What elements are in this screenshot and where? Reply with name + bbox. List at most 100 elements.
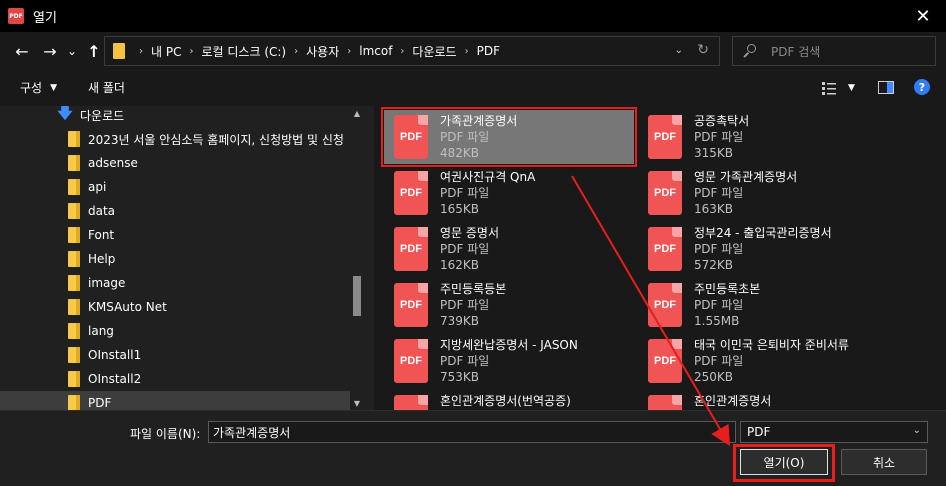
tree-scrollbar[interactable]: ▲ ▼	[350, 106, 364, 410]
breadcrumb-user[interactable]: lmcof	[359, 44, 392, 58]
breadcrumb-users[interactable]: 사용자	[306, 43, 339, 60]
breadcrumb-my-pc[interactable]: 내 PC	[151, 43, 181, 60]
folder-icon	[68, 203, 80, 219]
address-bar[interactable]: › 내 PC › 로컬 디스크 (C:) › 사용자 › lmcof › 다운로…	[104, 36, 720, 66]
breadcrumb-separator-icon[interactable]: ›	[465, 46, 469, 57]
tree-item-folder[interactable]: adsense	[68, 151, 138, 175]
file-type: PDF 파일	[440, 186, 490, 200]
folder-icon	[68, 227, 80, 243]
file-type: PDF 파일	[694, 186, 744, 200]
pdf-app-icon: PDF	[8, 8, 24, 24]
breadcrumb-separator-icon[interactable]: ›	[294, 46, 298, 57]
organize-button[interactable]: 구성 ▼	[20, 79, 57, 96]
search-placeholder: PDF 검색	[771, 44, 821, 59]
pdf-file-icon: PDF	[648, 171, 682, 215]
tree-item-folder[interactable]: OInstall2	[68, 367, 141, 391]
back-button[interactable]: ←	[12, 40, 32, 62]
file-name: 태국 이민국 은퇴비자 준비서류	[694, 338, 849, 352]
file-size: 250KB	[694, 370, 734, 384]
file-size: 165KB	[440, 202, 480, 216]
tree-item-folder-selected[interactable]: PDF	[0, 391, 350, 410]
file-item-selected[interactable]: PDF 가족관계증명서 PDF 파일 482KB	[381, 107, 637, 167]
forward-arrow-icon: →	[43, 41, 57, 61]
recent-locations-button[interactable]: ⌄	[66, 40, 78, 62]
file-item[interactable]: PDF 영문 가족관계증명서 PDF 파일 163KB	[638, 166, 888, 220]
tree-item-folder[interactable]: image	[68, 271, 125, 295]
file-name: 주민등록등본	[440, 282, 507, 296]
file-item[interactable]: PDF 정부24 - 출입국관리증명서 PDF 파일 572KB	[638, 222, 888, 276]
downloads-icon: 🡇	[57, 106, 73, 122]
tree-item-folder[interactable]: api	[68, 175, 106, 199]
tree-item-downloads[interactable]: 🡇 다운로드	[57, 106, 124, 127]
chevron-down-icon[interactable]: ⌄	[721, 424, 729, 435]
scrollbar-thumb[interactable]	[353, 276, 361, 316]
address-history-dropdown[interactable]: ⌄	[675, 45, 683, 56]
folder-icon	[68, 155, 80, 171]
scroll-up-icon[interactable]: ▲	[350, 106, 364, 120]
forward-button[interactable]: →	[40, 40, 60, 62]
cancel-button[interactable]: 취소	[841, 449, 927, 475]
file-name: 주민등록초본	[694, 282, 761, 296]
file-item[interactable]: PDF 여권사진규격 QnA PDF 파일 165KB	[384, 166, 634, 220]
filename-label: 파일 이름(N):	[130, 427, 201, 441]
folder-icon	[113, 43, 125, 59]
file-type: PDF 파일	[694, 298, 744, 312]
refresh-icon[interactable]: ↻	[697, 42, 709, 58]
breadcrumb-separator-icon[interactable]: ›	[400, 46, 404, 57]
tree-item-folder[interactable]: lang	[68, 319, 114, 343]
folder-icon	[68, 179, 80, 195]
breadcrumb-pdf[interactable]: PDF	[477, 44, 500, 58]
file-item[interactable]: PDF 지방세완납증명서 - JASON PDF 파일 753KB	[384, 334, 634, 388]
tree-item-folder[interactable]: data	[68, 199, 115, 223]
file-size: 753KB	[440, 370, 480, 384]
tree-item-folder[interactable]: KMSAuto Net	[68, 295, 167, 319]
file-item[interactable]: PDF 혼인관계증명서PDF 파일	[638, 390, 888, 410]
chevron-down-icon: ▼	[50, 82, 58, 93]
cancel-label: 취소	[872, 455, 896, 470]
file-size: 482KB	[440, 146, 480, 160]
file-item[interactable]: PDF 주민등록등본 PDF 파일 739KB	[384, 278, 634, 332]
up-arrow-icon: ↑	[87, 41, 101, 61]
search-icon	[743, 44, 757, 58]
help-button[interactable]: ?	[914, 79, 930, 95]
view-options-button[interactable]: ▼	[822, 81, 855, 95]
file-name: 혼인관계증명서	[694, 394, 772, 408]
window-title: 열기	[33, 11, 57, 26]
folder-icon	[68, 395, 80, 410]
open-button[interactable]: 열기(O)	[740, 449, 828, 475]
tree-item-folder[interactable]: Help	[68, 247, 115, 271]
file-item[interactable]: PDF 주민등록초본 PDF 파일 1.55MB	[638, 278, 888, 332]
new-folder-label: 새 폴더	[88, 81, 125, 95]
file-type: PDF 파일	[440, 354, 490, 368]
tree-item-folder[interactable]: OInstall1	[68, 343, 141, 367]
open-label: 열기(O)	[763, 455, 805, 470]
breadcrumb-downloads[interactable]: 다운로드	[412, 43, 456, 60]
breadcrumb-local-disk[interactable]: 로컬 디스크 (C:)	[201, 43, 286, 60]
title-bar: PDF 열기 ✕	[0, 0, 946, 32]
tree-item-folder[interactable]: 2023년 서울 안심소득 홈페이지, 신청방법 및 신청	[68, 127, 344, 151]
file-item[interactable]: PDF 태국 이민국 은퇴비자 준비서류 PDF 파일 250KB	[638, 334, 888, 388]
file-name: 공증촉탁서	[694, 114, 750, 128]
tree-item-label: lang	[88, 324, 114, 338]
tree-item-label: Font	[88, 228, 115, 242]
breadcrumb-separator-icon[interactable]: ›	[347, 46, 351, 57]
scroll-down-icon[interactable]: ▼	[350, 396, 364, 410]
file-name: 여권사진규격 QnA	[440, 170, 536, 184]
search-input[interactable]: PDF 검색	[732, 36, 936, 66]
close-button[interactable]: ✕	[900, 0, 946, 32]
file-item[interactable]: PDF 공증촉탁서 PDF 파일 315KB	[638, 110, 888, 164]
breadcrumb: › 내 PC › 로컬 디스크 (C:) › 사용자 › lmcof › 다운로…	[131, 43, 500, 60]
file-item[interactable]: PDF 혼인관계증명서(번역공증)PDF 파일	[384, 390, 634, 410]
tree-item-folder[interactable]: Font	[68, 223, 114, 247]
view-list-icon	[822, 82, 836, 95]
new-folder-button[interactable]: 새 폴더	[88, 79, 125, 96]
filename-field[interactable]: 가족관계증명서 ⌄	[208, 421, 736, 443]
breadcrumb-separator-icon: ›	[139, 45, 143, 57]
file-item[interactable]: PDF 영문 증명서 PDF 파일 162KB	[384, 222, 634, 276]
preview-pane-button[interactable]	[878, 81, 894, 94]
pdf-file-icon: PDF	[394, 115, 428, 159]
breadcrumb-separator-icon[interactable]: ›	[189, 46, 193, 57]
file-type: PDF 파일	[694, 242, 744, 256]
up-button[interactable]: ↑	[84, 40, 104, 62]
filetype-select[interactable]: PDF ⌄	[740, 421, 928, 443]
